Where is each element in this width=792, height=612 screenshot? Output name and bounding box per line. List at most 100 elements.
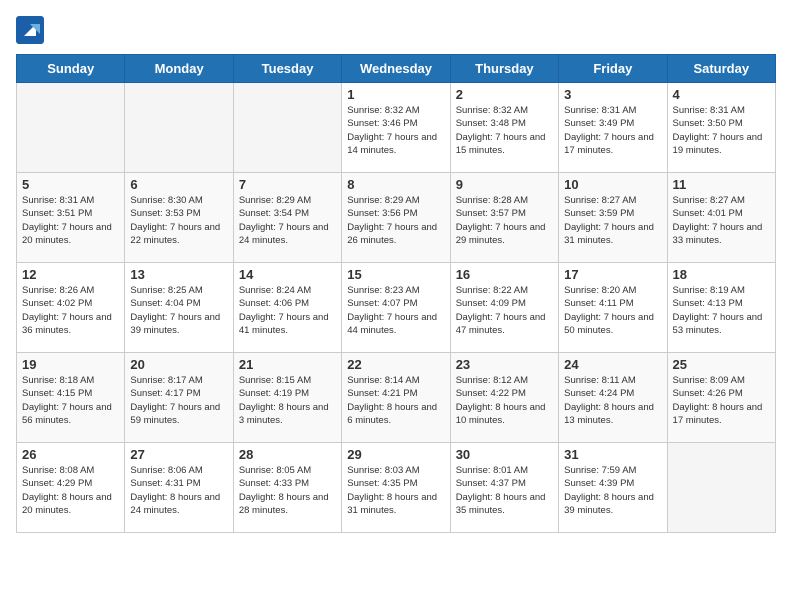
day-info: Sunrise: 8:31 AMSunset: 3:50 PMDaylight:… — [673, 104, 770, 157]
day-info: Sunrise: 8:29 AMSunset: 3:54 PMDaylight:… — [239, 194, 336, 247]
day-number: 1 — [347, 87, 444, 102]
page-header — [16, 16, 776, 44]
day-info: Sunrise: 8:32 AMSunset: 3:48 PMDaylight:… — [456, 104, 553, 157]
calendar-day: 3 Sunrise: 8:31 AMSunset: 3:49 PMDaylight… — [559, 83, 667, 173]
calendar-week: 5 Sunrise: 8:31 AMSunset: 3:51 PMDaylight… — [17, 173, 776, 263]
day-number: 20 — [130, 357, 227, 372]
calendar-day: 2 Sunrise: 8:32 AMSunset: 3:48 PMDaylight… — [450, 83, 558, 173]
day-info: Sunrise: 8:23 AMSunset: 4:07 PMDaylight:… — [347, 284, 444, 337]
day-number: 4 — [673, 87, 770, 102]
weekday-header: Thursday — [450, 55, 558, 83]
calendar-day: 12 Sunrise: 8:26 AMSunset: 4:02 PMDayligh… — [17, 263, 125, 353]
day-number: 2 — [456, 87, 553, 102]
day-number: 24 — [564, 357, 661, 372]
calendar-day: 25 Sunrise: 8:09 AMSunset: 4:26 PMDayligh… — [667, 353, 775, 443]
calendar-header: SundayMondayTuesdayWednesdayThursdayFrid… — [17, 55, 776, 83]
calendar-day — [125, 83, 233, 173]
day-info: Sunrise: 8:31 AMSunset: 3:49 PMDaylight:… — [564, 104, 661, 157]
weekday-header: Tuesday — [233, 55, 341, 83]
calendar-day: 7 Sunrise: 8:29 AMSunset: 3:54 PMDaylight… — [233, 173, 341, 263]
calendar-day: 20 Sunrise: 8:17 AMSunset: 4:17 PMDayligh… — [125, 353, 233, 443]
day-info: Sunrise: 8:30 AMSunset: 3:53 PMDaylight:… — [130, 194, 227, 247]
day-number: 14 — [239, 267, 336, 282]
day-info: Sunrise: 8:05 AMSunset: 4:33 PMDaylight:… — [239, 464, 336, 517]
day-info: Sunrise: 8:31 AMSunset: 3:51 PMDaylight:… — [22, 194, 119, 247]
day-info: Sunrise: 8:22 AMSunset: 4:09 PMDaylight:… — [456, 284, 553, 337]
day-info: Sunrise: 8:20 AMSunset: 4:11 PMDaylight:… — [564, 284, 661, 337]
calendar-day: 13 Sunrise: 8:25 AMSunset: 4:04 PMDayligh… — [125, 263, 233, 353]
day-info: Sunrise: 8:15 AMSunset: 4:19 PMDaylight:… — [239, 374, 336, 427]
day-info: Sunrise: 8:24 AMSunset: 4:06 PMDaylight:… — [239, 284, 336, 337]
day-info: Sunrise: 8:25 AMSunset: 4:04 PMDaylight:… — [130, 284, 227, 337]
day-number: 27 — [130, 447, 227, 462]
day-info: Sunrise: 8:26 AMSunset: 4:02 PMDaylight:… — [22, 284, 119, 337]
day-info: Sunrise: 8:11 AMSunset: 4:24 PMDaylight:… — [564, 374, 661, 427]
calendar-day: 16 Sunrise: 8:22 AMSunset: 4:09 PMDayligh… — [450, 263, 558, 353]
day-number: 19 — [22, 357, 119, 372]
day-number: 22 — [347, 357, 444, 372]
day-number: 23 — [456, 357, 553, 372]
calendar-day: 28 Sunrise: 8:05 AMSunset: 4:33 PMDayligh… — [233, 443, 341, 533]
day-number: 15 — [347, 267, 444, 282]
calendar-day: 26 Sunrise: 8:08 AMSunset: 4:29 PMDayligh… — [17, 443, 125, 533]
day-number: 30 — [456, 447, 553, 462]
day-number: 29 — [347, 447, 444, 462]
calendar-week: 26 Sunrise: 8:08 AMSunset: 4:29 PMDayligh… — [17, 443, 776, 533]
calendar-day: 11 Sunrise: 8:27 AMSunset: 4:01 PMDayligh… — [667, 173, 775, 263]
day-number: 18 — [673, 267, 770, 282]
calendar-day: 10Sunrise: 8:27 AMSunset: 3:59 PMDayligh… — [559, 173, 667, 263]
calendar-day: 29 Sunrise: 8:03 AMSunset: 4:35 PMDayligh… — [342, 443, 450, 533]
day-info: Sunrise: 8:03 AMSunset: 4:35 PMDaylight:… — [347, 464, 444, 517]
day-info: Sunrise: 8:28 AMSunset: 3:57 PMDaylight:… — [456, 194, 553, 247]
day-info: Sunrise: 8:29 AMSunset: 3:56 PMDaylight:… — [347, 194, 444, 247]
day-number: 21 — [239, 357, 336, 372]
day-info: Sunrise: 8:09 AMSunset: 4:26 PMDaylight:… — [673, 374, 770, 427]
calendar-day: 14 Sunrise: 8:24 AMSunset: 4:06 PMDayligh… — [233, 263, 341, 353]
day-info: Sunrise: 8:27 AMSunset: 4:01 PMDaylight:… — [673, 194, 770, 247]
calendar-day: 18Sunrise: 8:19 AMSunset: 4:13 PMDayligh… — [667, 263, 775, 353]
day-info: Sunrise: 8:32 AMSunset: 3:46 PMDaylight:… — [347, 104, 444, 157]
day-number: 11 — [673, 177, 770, 192]
weekday-header: Saturday — [667, 55, 775, 83]
calendar-week: 1 Sunrise: 8:32 AMSunset: 3:46 PMDaylight… — [17, 83, 776, 173]
day-info: Sunrise: 8:14 AMSunset: 4:21 PMDaylight:… — [347, 374, 444, 427]
calendar-day: 24 Sunrise: 8:11 AMSunset: 4:24 PMDayligh… — [559, 353, 667, 443]
day-info: Sunrise: 8:01 AMSunset: 4:37 PMDaylight:… — [456, 464, 553, 517]
day-number: 13 — [130, 267, 227, 282]
day-number: 28 — [239, 447, 336, 462]
calendar-day — [233, 83, 341, 173]
logo — [16, 16, 48, 44]
day-number: 12 — [22, 267, 119, 282]
calendar-day: 30 Sunrise: 8:01 AMSunset: 4:37 PMDayligh… — [450, 443, 558, 533]
calendar-day — [667, 443, 775, 533]
day-info: Sunrise: 8:17 AMSunset: 4:17 PMDaylight:… — [130, 374, 227, 427]
calendar-day: 1 Sunrise: 8:32 AMSunset: 3:46 PMDaylight… — [342, 83, 450, 173]
calendar-table: SundayMondayTuesdayWednesdayThursdayFrid… — [16, 54, 776, 533]
day-number: 7 — [239, 177, 336, 192]
calendar-day: 9 Sunrise: 8:28 AMSunset: 3:57 PMDaylight… — [450, 173, 558, 263]
calendar-day: 27Sunrise: 8:06 AMSunset: 4:31 PMDayligh… — [125, 443, 233, 533]
calendar-day: 5 Sunrise: 8:31 AMSunset: 3:51 PMDaylight… — [17, 173, 125, 263]
calendar-day: 15 Sunrise: 8:23 AMSunset: 4:07 PMDayligh… — [342, 263, 450, 353]
day-number: 25 — [673, 357, 770, 372]
weekday-header: Sunday — [17, 55, 125, 83]
day-info: Sunrise: 8:18 AMSunset: 4:15 PMDaylight:… — [22, 374, 119, 427]
day-number: 3 — [564, 87, 661, 102]
day-number: 6 — [130, 177, 227, 192]
day-number: 9 — [456, 177, 553, 192]
calendar-day: 19 Sunrise: 8:18 AMSunset: 4:15 PMDayligh… — [17, 353, 125, 443]
day-number: 16 — [456, 267, 553, 282]
day-number: 17 — [564, 267, 661, 282]
day-number: 26 — [22, 447, 119, 462]
day-number: 8 — [347, 177, 444, 192]
day-number: 5 — [22, 177, 119, 192]
calendar-day: 23Sunrise: 8:12 AMSunset: 4:22 PMDayligh… — [450, 353, 558, 443]
weekday-header: Monday — [125, 55, 233, 83]
calendar-week: 12 Sunrise: 8:26 AMSunset: 4:02 PMDayligh… — [17, 263, 776, 353]
weekday-header: Friday — [559, 55, 667, 83]
day-info: Sunrise: 8:08 AMSunset: 4:29 PMDaylight:… — [22, 464, 119, 517]
calendar-day: 22 Sunrise: 8:14 AMSunset: 4:21 PMDayligh… — [342, 353, 450, 443]
weekday-header: Wednesday — [342, 55, 450, 83]
logo-icon — [16, 16, 44, 44]
calendar-week: 19 Sunrise: 8:18 AMSunset: 4:15 PMDayligh… — [17, 353, 776, 443]
